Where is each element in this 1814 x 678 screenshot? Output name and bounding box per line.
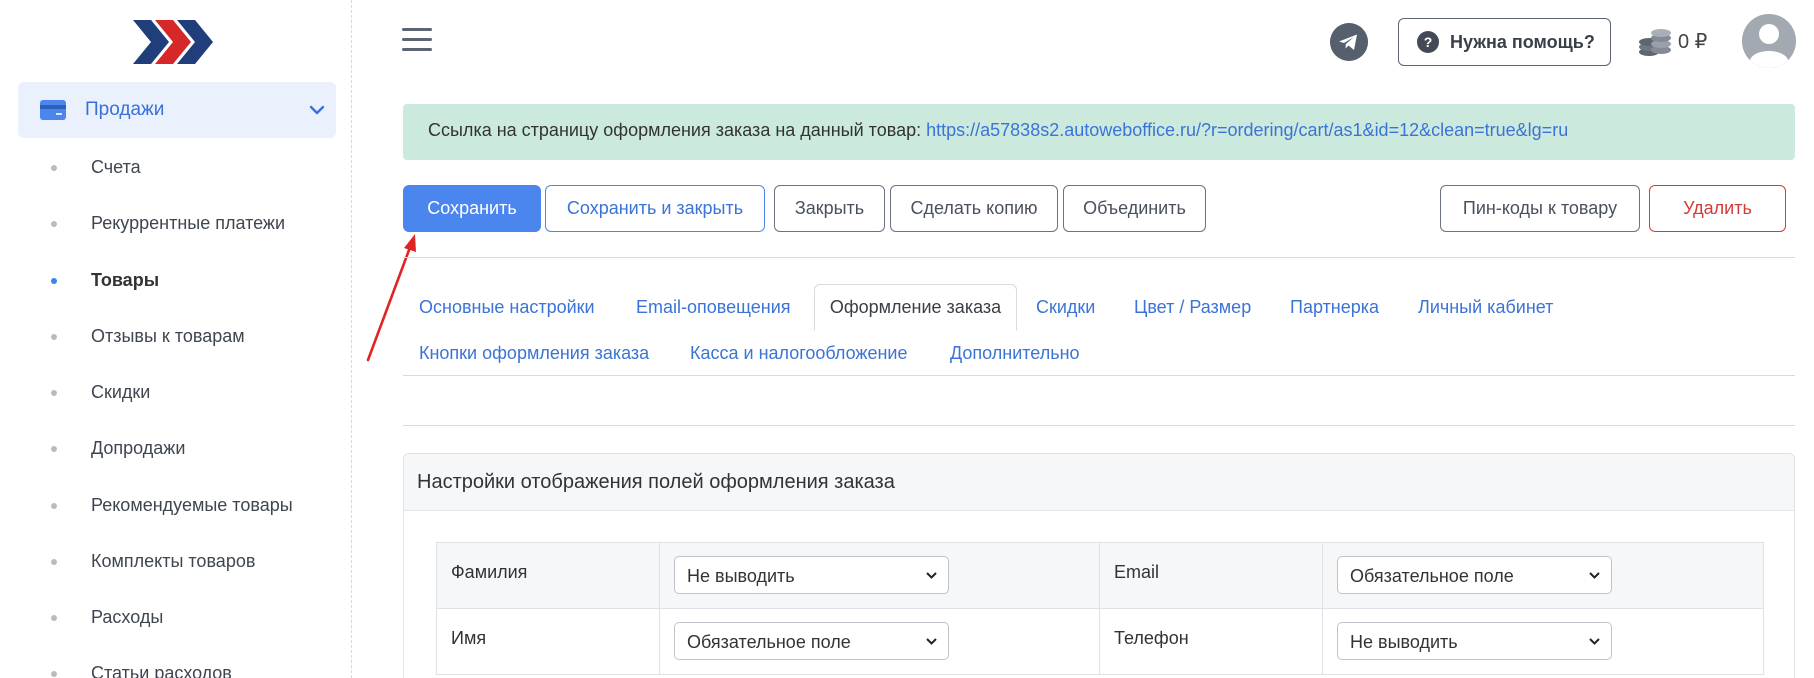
bullet-icon <box>51 559 57 565</box>
bullet-icon <box>51 334 57 340</box>
card-title: Настройки отображения полей оформления з… <box>404 454 1794 511</box>
chevron-down-icon <box>926 638 937 645</box>
sidebar-item-label: Допродажи <box>91 438 186 458</box>
help-button[interactable]: ? Нужна помощь? <box>1398 18 1611 66</box>
sidebar-item-recommended[interactable]: Рекомендуемые товары <box>0 486 350 526</box>
phone-select[interactable]: Не выводить <box>1337 622 1612 660</box>
sidebar-item-upsells[interactable]: Допродажи <box>0 429 350 469</box>
sidebar-item-label: Комплекты товаров <box>91 551 256 571</box>
chevron-down-icon <box>309 105 325 115</box>
sidebar-item-label: Отзывы к товарам <box>91 326 245 346</box>
save-button[interactable]: Сохранить <box>403 185 541 232</box>
bullet-icon <box>51 278 57 284</box>
field-label: Телефон <box>1100 609 1323 675</box>
sidebar-item-label: Расходы <box>91 607 164 627</box>
field-cell: Обязательное поле <box>660 609 1100 675</box>
sidebar-item-sales[interactable]: Продажи <box>18 82 336 138</box>
field-cell: Не выводить <box>660 543 1100 609</box>
sidebar-item-expenses[interactable]: Расходы <box>0 598 350 638</box>
bullet-icon <box>51 503 57 509</box>
bullet-icon <box>51 671 57 677</box>
fields-table: Фамилия Не выводить Email Обязательное п… <box>436 542 1764 675</box>
select-value: Не выводить <box>1350 632 1458 652</box>
bullet-icon <box>51 165 57 171</box>
select-value: Обязательное поле <box>687 632 851 652</box>
chevron-down-icon <box>1589 572 1600 579</box>
sidebar-item-label: Рекуррентные платежи <box>91 213 286 233</box>
sidebar-item-products[interactable]: Товары <box>0 261 350 301</box>
tab-additional[interactable]: Дополнительно <box>950 343 1080 364</box>
chevron-down-icon <box>926 572 937 579</box>
bullet-icon <box>51 390 57 396</box>
tabs-divider <box>403 375 1795 376</box>
table-row: Имя Обязательное поле Телефон Не выводит… <box>437 609 1763 675</box>
field-label: Фамилия <box>437 543 660 609</box>
question-icon: ? <box>1417 31 1439 53</box>
tab-order-checkout[interactable]: Оформление заказа <box>814 284 1017 331</box>
sidebar-item-discounts[interactable]: Скидки <box>0 373 350 413</box>
field-cell: Обязательное поле <box>1323 543 1764 609</box>
field-label: Email <box>1100 543 1323 609</box>
sidebar-item-label: Счета <box>91 157 141 177</box>
tab-main-settings[interactable]: Основные настройки <box>419 297 595 318</box>
order-link[interactable]: https://a57838s2.autoweboffice.ru/?r=ord… <box>926 120 1568 140</box>
sidebar: Продажи Счета Рекуррентные платежи Товар… <box>0 0 352 678</box>
tab-email-notifications[interactable]: Email-оповещения <box>636 297 791 318</box>
field-cell: Не выводить <box>1323 609 1764 675</box>
checkout-fields-card: Настройки отображения полей оформления з… <box>403 453 1795 678</box>
sidebar-item-invoices[interactable]: Счета <box>0 148 350 188</box>
field-label: Имя <box>437 609 660 675</box>
sidebar-item-label: Скидки <box>91 382 151 402</box>
close-button[interactable]: Закрыть <box>774 185 885 232</box>
delete-button[interactable]: Удалить <box>1649 185 1786 232</box>
avatar[interactable] <box>1742 14 1796 68</box>
coins-icon <box>1639 29 1671 56</box>
order-link-alert: Ссылка на страницу оформления заказа на … <box>403 104 1795 160</box>
save-and-close-button[interactable]: Сохранить и закрыть <box>545 185 765 232</box>
sidebar-item-label: Статьи расходов <box>91 663 232 678</box>
tab-affiliate[interactable]: Партнерка <box>1290 297 1379 318</box>
chevron-down-icon <box>1589 638 1600 645</box>
order-link-text: Ссылка на страницу оформления заказа на … <box>428 120 927 140</box>
menu-icon[interactable] <box>402 28 432 54</box>
divider <box>403 425 1795 426</box>
balance-value: 0 ₽ <box>1678 31 1708 53</box>
table-row: Фамилия Не выводить Email Обязательное п… <box>437 543 1763 609</box>
tab-color-size[interactable]: Цвет / Размер <box>1134 297 1251 318</box>
sidebar-item-label: Продажи <box>85 99 165 120</box>
tab-checkout-buttons[interactable]: Кнопки оформления заказа <box>419 343 649 364</box>
sidebar-item-expense-categories[interactable]: Статьи расходов <box>0 654 350 678</box>
bullet-icon <box>51 221 57 227</box>
tab-discounts[interactable]: Скидки <box>1036 297 1095 318</box>
annotation-arrow-icon <box>366 234 416 362</box>
help-button-label: Нужна помощь? <box>1450 31 1595 52</box>
copy-button[interactable]: Сделать копию <box>890 185 1058 232</box>
sidebar-item-recurring-payments[interactable]: Рекуррентные платежи <box>0 204 350 244</box>
credit-card-icon <box>40 100 66 120</box>
telegram-icon[interactable] <box>1330 23 1368 61</box>
bullet-icon <box>51 615 57 621</box>
select-value: Не выводить <box>687 566 795 586</box>
tab-cashbox-taxes[interactable]: Касса и налогообложение <box>690 343 908 364</box>
tab-personal-account[interactable]: Личный кабинет <box>1418 297 1553 318</box>
bullet-icon <box>51 446 57 452</box>
merge-button[interactable]: Объединить <box>1063 185 1206 232</box>
sidebar-item-label: Товары <box>91 270 160 290</box>
chevrons-logo[interactable] <box>133 18 213 66</box>
pincodes-button[interactable]: Пин-коды к товару <box>1440 185 1640 232</box>
sidebar-item-bundles[interactable]: Комплекты товаров <box>0 542 350 582</box>
email-select[interactable]: Обязательное поле <box>1337 556 1612 594</box>
lastname-select[interactable]: Не выводить <box>674 556 949 594</box>
firstname-select[interactable]: Обязательное поле <box>674 622 949 660</box>
sidebar-item-product-reviews[interactable]: Отзывы к товарам <box>0 317 350 357</box>
divider <box>403 257 1795 258</box>
select-value: Обязательное поле <box>1350 566 1514 586</box>
sidebar-item-label: Рекомендуемые товары <box>91 495 293 515</box>
